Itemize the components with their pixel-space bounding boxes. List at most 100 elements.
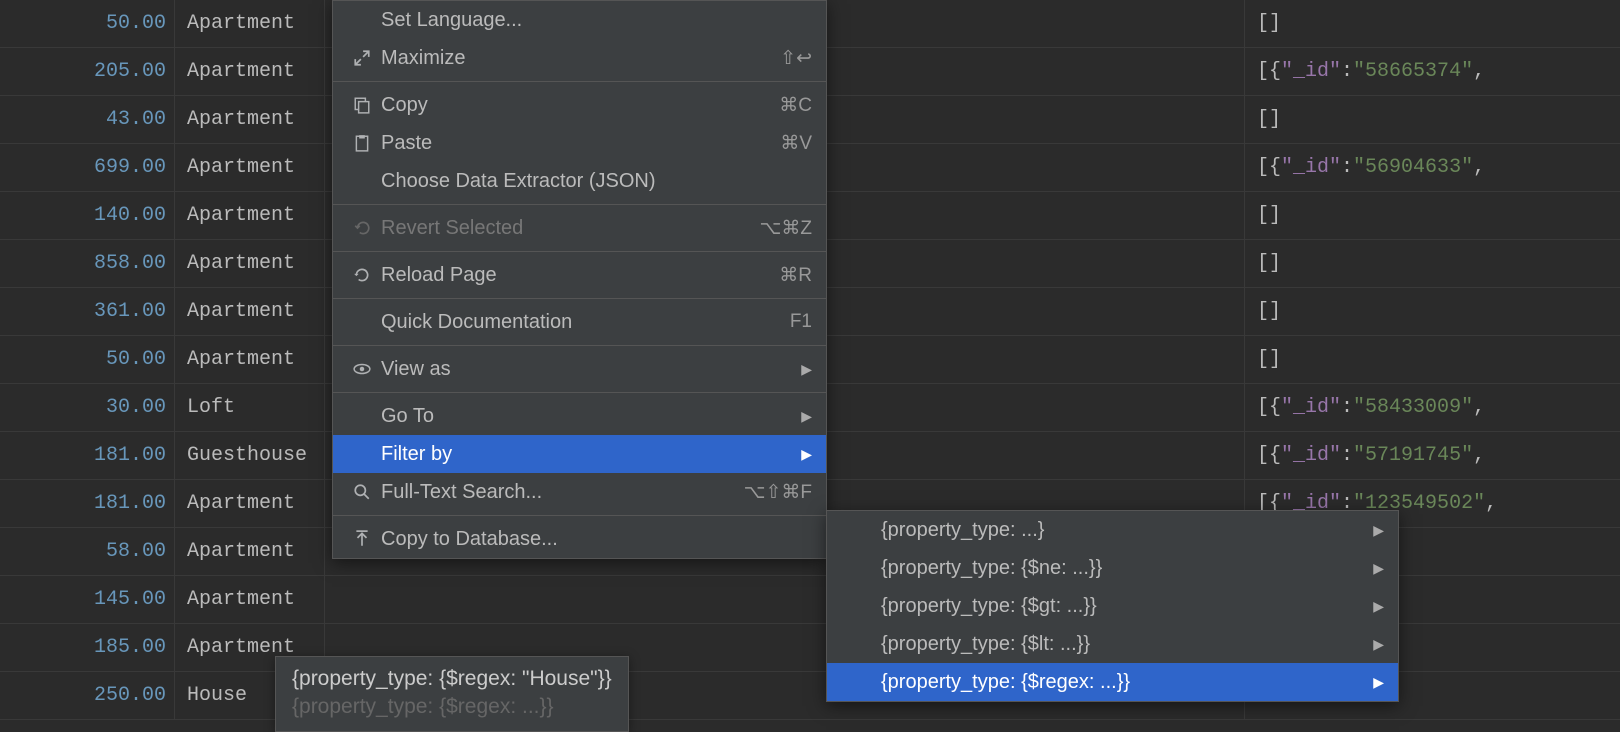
menu-copy-to-database[interactable]: Copy to Database... xyxy=(333,520,826,558)
property-type-cell[interactable]: Apartment xyxy=(175,576,325,623)
price-cell[interactable]: 250.00 xyxy=(0,672,175,719)
menu-label: {property_type: {$regex: ...}} xyxy=(877,671,1363,694)
property-type-cell[interactable]: Loft xyxy=(175,384,325,431)
menu-label: {property_type: {$lt: ...}} xyxy=(877,633,1363,656)
chevron-right-icon: ▶ xyxy=(1363,636,1384,653)
menu-separator xyxy=(333,392,826,393)
revert-icon xyxy=(347,219,377,237)
eye-icon xyxy=(347,360,377,378)
shortcut-label: ⌥⇧⌘F xyxy=(724,481,812,504)
price-cell[interactable]: 181.00 xyxy=(0,480,175,527)
menu-label: {property_type: {$gt: ...}} xyxy=(877,595,1363,618)
chevron-right-icon: ▶ xyxy=(1363,560,1384,577)
chevron-right-icon: ▶ xyxy=(1363,598,1384,615)
price-cell[interactable]: 140.00 xyxy=(0,192,175,239)
copy-icon xyxy=(347,96,377,114)
menu-separator xyxy=(333,515,826,516)
tooltip: {property_type: {$regex: "House"}} {prop… xyxy=(275,656,629,732)
property-type-cell[interactable]: Apartment xyxy=(175,48,325,95)
search-icon xyxy=(347,483,377,501)
maximize-icon xyxy=(347,49,377,67)
tooltip-line1: {property_type: {$regex: "House"}} xyxy=(292,663,612,691)
price-cell[interactable]: 181.00 xyxy=(0,432,175,479)
menu-revert-selected: Revert Selected ⌥⌘Z xyxy=(333,209,826,247)
menu-label: Copy to Database... xyxy=(377,528,812,551)
menu-label: {property_type: {$ne: ...}} xyxy=(877,557,1363,580)
menu-separator xyxy=(333,298,826,299)
ids-cell[interactable]: [] xyxy=(1245,240,1620,287)
price-cell[interactable]: 43.00 xyxy=(0,96,175,143)
ids-cell[interactable]: [{"_id": "57191745", xyxy=(1245,432,1620,479)
menu-view-as[interactable]: View as ▶ xyxy=(333,350,826,388)
ids-cell[interactable]: [] xyxy=(1245,0,1620,47)
price-cell[interactable]: 361.00 xyxy=(0,288,175,335)
menu-full-text-search[interactable]: Full-Text Search... ⌥⇧⌘F xyxy=(333,473,826,511)
menu-separator xyxy=(333,251,826,252)
property-type-cell[interactable]: Apartment xyxy=(175,288,325,335)
reload-icon xyxy=(347,266,377,284)
price-cell[interactable]: 50.00 xyxy=(0,336,175,383)
menu-go-to[interactable]: Go To ▶ xyxy=(333,397,826,435)
price-cell[interactable]: 699.00 xyxy=(0,144,175,191)
property-type-cell[interactable]: Apartment xyxy=(175,480,325,527)
context-menu: Set Language... Maximize ⇧↩ Copy ⌘C Past… xyxy=(332,0,827,559)
menu-set-language[interactable]: Set Language... xyxy=(333,1,826,39)
property-type-cell[interactable]: Apartment xyxy=(175,144,325,191)
menu-label: Go To xyxy=(377,405,791,428)
property-type-cell[interactable]: Apartment xyxy=(175,192,325,239)
menu-paste[interactable]: Paste ⌘V xyxy=(333,124,826,162)
ids-cell[interactable]: [{"_id": "58433009", xyxy=(1245,384,1620,431)
menu-reload-page[interactable]: Reload Page ⌘R xyxy=(333,256,826,294)
property-type-cell[interactable]: Apartment xyxy=(175,0,325,47)
chevron-right-icon: ▶ xyxy=(791,361,812,378)
ids-cell[interactable]: [{"_id": "58665374", xyxy=(1245,48,1620,95)
menu-label: Filter by xyxy=(377,443,791,466)
ids-cell[interactable]: [] xyxy=(1245,96,1620,143)
menu-maximize[interactable]: Maximize ⇧↩ xyxy=(333,39,826,77)
price-cell[interactable]: 30.00 xyxy=(0,384,175,431)
tooltip-line2: {property_type: {$regex: ...}} xyxy=(292,691,612,719)
upload-icon xyxy=(347,530,377,548)
menu-label: Revert Selected xyxy=(377,217,739,240)
menu-label: Full-Text Search... xyxy=(377,481,724,504)
price-cell[interactable]: 205.00 xyxy=(0,48,175,95)
ids-cell[interactable]: [] xyxy=(1245,336,1620,383)
submenu-property-type-ne[interactable]: {property_type: {$ne: ...}} ▶ xyxy=(827,549,1398,587)
menu-quick-documentation[interactable]: Quick Documentation F1 xyxy=(333,303,826,341)
ids-cell[interactable]: [{"_id": "56904633", xyxy=(1245,144,1620,191)
shortcut-label: ⌘V xyxy=(760,132,812,155)
shortcut-label: ⇧↩ xyxy=(760,47,812,70)
property-type-cell[interactable]: Apartment xyxy=(175,240,325,287)
menu-label: Paste xyxy=(377,132,760,155)
menu-filter-by[interactable]: Filter by ▶ xyxy=(333,435,826,473)
menu-label: {property_type: ...} xyxy=(877,519,1363,542)
menu-separator xyxy=(333,345,826,346)
price-cell[interactable]: 858.00 xyxy=(0,240,175,287)
submenu-property-type-regex[interactable]: {property_type: {$regex: ...}} ▶ xyxy=(827,663,1398,701)
shortcut-label: F1 xyxy=(770,311,812,333)
submenu-property-type-gt[interactable]: {property_type: {$gt: ...}} ▶ xyxy=(827,587,1398,625)
ids-cell[interactable]: [] xyxy=(1245,288,1620,335)
property-type-cell[interactable]: Guesthouse xyxy=(175,432,325,479)
price-cell[interactable]: 50.00 xyxy=(0,0,175,47)
price-cell[interactable]: 58.00 xyxy=(0,528,175,575)
menu-separator xyxy=(333,204,826,205)
submenu-property-type-lt[interactable]: {property_type: {$lt: ...}} ▶ xyxy=(827,625,1398,663)
property-type-cell[interactable]: Apartment xyxy=(175,528,325,575)
chevron-right-icon: ▶ xyxy=(791,446,812,463)
menu-label: Maximize xyxy=(377,47,760,70)
shortcut-label: ⌥⌘Z xyxy=(739,217,812,240)
property-type-cell[interactable]: Apartment xyxy=(175,96,325,143)
menu-choose-extractor[interactable]: Choose Data Extractor (JSON) xyxy=(333,162,826,200)
property-type-cell[interactable]: Apartment xyxy=(175,336,325,383)
chevron-right-icon: ▶ xyxy=(791,408,812,425)
price-cell[interactable]: 185.00 xyxy=(0,624,175,671)
submenu-property-type-eq[interactable]: {property_type: ...} ▶ xyxy=(827,511,1398,549)
chevron-right-icon: ▶ xyxy=(1363,522,1384,539)
menu-separator xyxy=(333,81,826,82)
ids-cell[interactable]: [] xyxy=(1245,192,1620,239)
menu-copy[interactable]: Copy ⌘C xyxy=(333,86,826,124)
chevron-right-icon: ▶ xyxy=(1363,674,1384,691)
price-cell[interactable]: 145.00 xyxy=(0,576,175,623)
menu-label: Reload Page xyxy=(377,264,759,287)
